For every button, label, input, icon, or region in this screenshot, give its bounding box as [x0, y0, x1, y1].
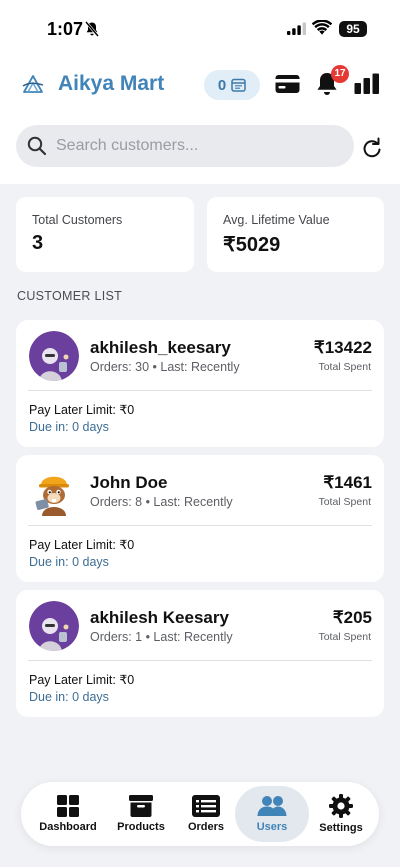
refresh-icon[interactable] [361, 136, 383, 160]
bar-chart-icon[interactable] [354, 73, 380, 95]
pay-later-limit: Pay Later Limit: ₹0 [29, 673, 135, 687]
customer-name: akhilesh_keesary [90, 338, 231, 357]
search-bar [16, 125, 354, 167]
card-divider [28, 525, 372, 526]
calendar-icon [231, 78, 246, 92]
tab-label: Orders [187, 821, 225, 833]
gear-icon [329, 794, 353, 818]
cart-count: 0 [217, 76, 227, 94]
notification-badge: 17 [331, 65, 349, 83]
tab-dashboard[interactable]: Dashboard [29, 786, 107, 842]
total-customers-value: 3 [32, 232, 44, 254]
list-icon [192, 795, 220, 817]
wifi-icon [312, 20, 332, 35]
customer-orders-meta: Orders: 8 • Last: Recently [90, 495, 233, 509]
pay-later-limit: Pay Later Limit: ₹0 [29, 403, 135, 417]
section-title: CUSTOMER LIST [17, 289, 123, 303]
tab-label: Users [256, 821, 288, 833]
tab-label: Settings [319, 822, 363, 834]
customer-avatar [29, 601, 79, 651]
total-customers-card: Total Customers 3 [16, 197, 194, 272]
customer-card[interactable]: John Doe Orders: 8 • Last: Recently ₹146… [16, 455, 384, 582]
app-header: Aikya Mart 0 17 [0, 60, 400, 110]
top-panel: 1:07 95 Aikya Mart 0 17 Search customers… [0, 0, 400, 184]
tab-label: Dashboard [39, 821, 97, 833]
search-input[interactable] [56, 125, 346, 167]
total-customers-label: Total Customers [32, 213, 123, 227]
customer-avatar [29, 466, 79, 516]
status-bar: 1:07 95 [0, 0, 400, 60]
card-divider [28, 390, 372, 391]
due-in: Due in: 0 days [29, 420, 109, 434]
customer-total-amount: ₹13422 [313, 338, 372, 357]
silent-bell-icon [85, 21, 99, 37]
tab-products[interactable]: Products [107, 786, 175, 842]
customer-orders-meta: Orders: 1 • Last: Recently [90, 630, 233, 644]
pay-later-limit: Pay Later Limit: ₹0 [29, 538, 135, 552]
avatar-image [29, 601, 79, 651]
customer-total-amount: ₹1461 [323, 473, 372, 492]
tab-orders[interactable]: Orders [175, 786, 237, 842]
cellular-signal-icon [287, 22, 306, 35]
customer-card[interactable]: akhilesh Keesary Orders: 1 • Last: Recen… [16, 590, 384, 717]
avg-lifetime-value-card: Avg. Lifetime Value ₹5029 [207, 197, 384, 272]
tab-settings[interactable]: Settings [309, 786, 373, 842]
customer-card[interactable]: akhilesh_keesary Orders: 30 • Last: Rece… [16, 320, 384, 447]
customer-orders-meta: Orders: 30 • Last: Recently [90, 360, 240, 374]
status-time: 1:07 [47, 19, 84, 39]
users-icon [257, 796, 287, 816]
total-spent-label: Total Spent [318, 496, 371, 508]
customer-name: John Doe [90, 473, 168, 492]
avg-lifetime-value-label: Avg. Lifetime Value [223, 213, 330, 227]
customer-avatar [29, 331, 79, 381]
tab-label: Products [117, 821, 165, 833]
credit-card-icon[interactable] [275, 74, 300, 94]
card-divider [28, 660, 372, 661]
app-title: Aikya Mart [58, 72, 165, 95]
due-in: Due in: 0 days [29, 690, 109, 704]
cart-count-button[interactable]: 0 [204, 70, 260, 100]
battery-indicator: 95 [339, 21, 367, 37]
customer-total-amount: ₹205 [332, 608, 372, 627]
avatar-image [29, 331, 79, 381]
archive-box-icon [129, 795, 153, 817]
avatar-image [35, 476, 69, 516]
avg-lifetime-value: ₹5029 [223, 234, 281, 256]
due-in: Due in: 0 days [29, 555, 109, 569]
total-spent-label: Total Spent [318, 361, 371, 373]
customer-name: akhilesh Keesary [90, 608, 229, 627]
grid-icon [57, 795, 79, 817]
total-spent-label: Total Spent [318, 631, 371, 643]
search-icon [27, 136, 47, 156]
app-logo-icon [22, 75, 44, 93]
bottom-tab-bar: Dashboard Products Orders Users Settings [21, 782, 379, 846]
tab-users[interactable]: Users [235, 786, 309, 842]
